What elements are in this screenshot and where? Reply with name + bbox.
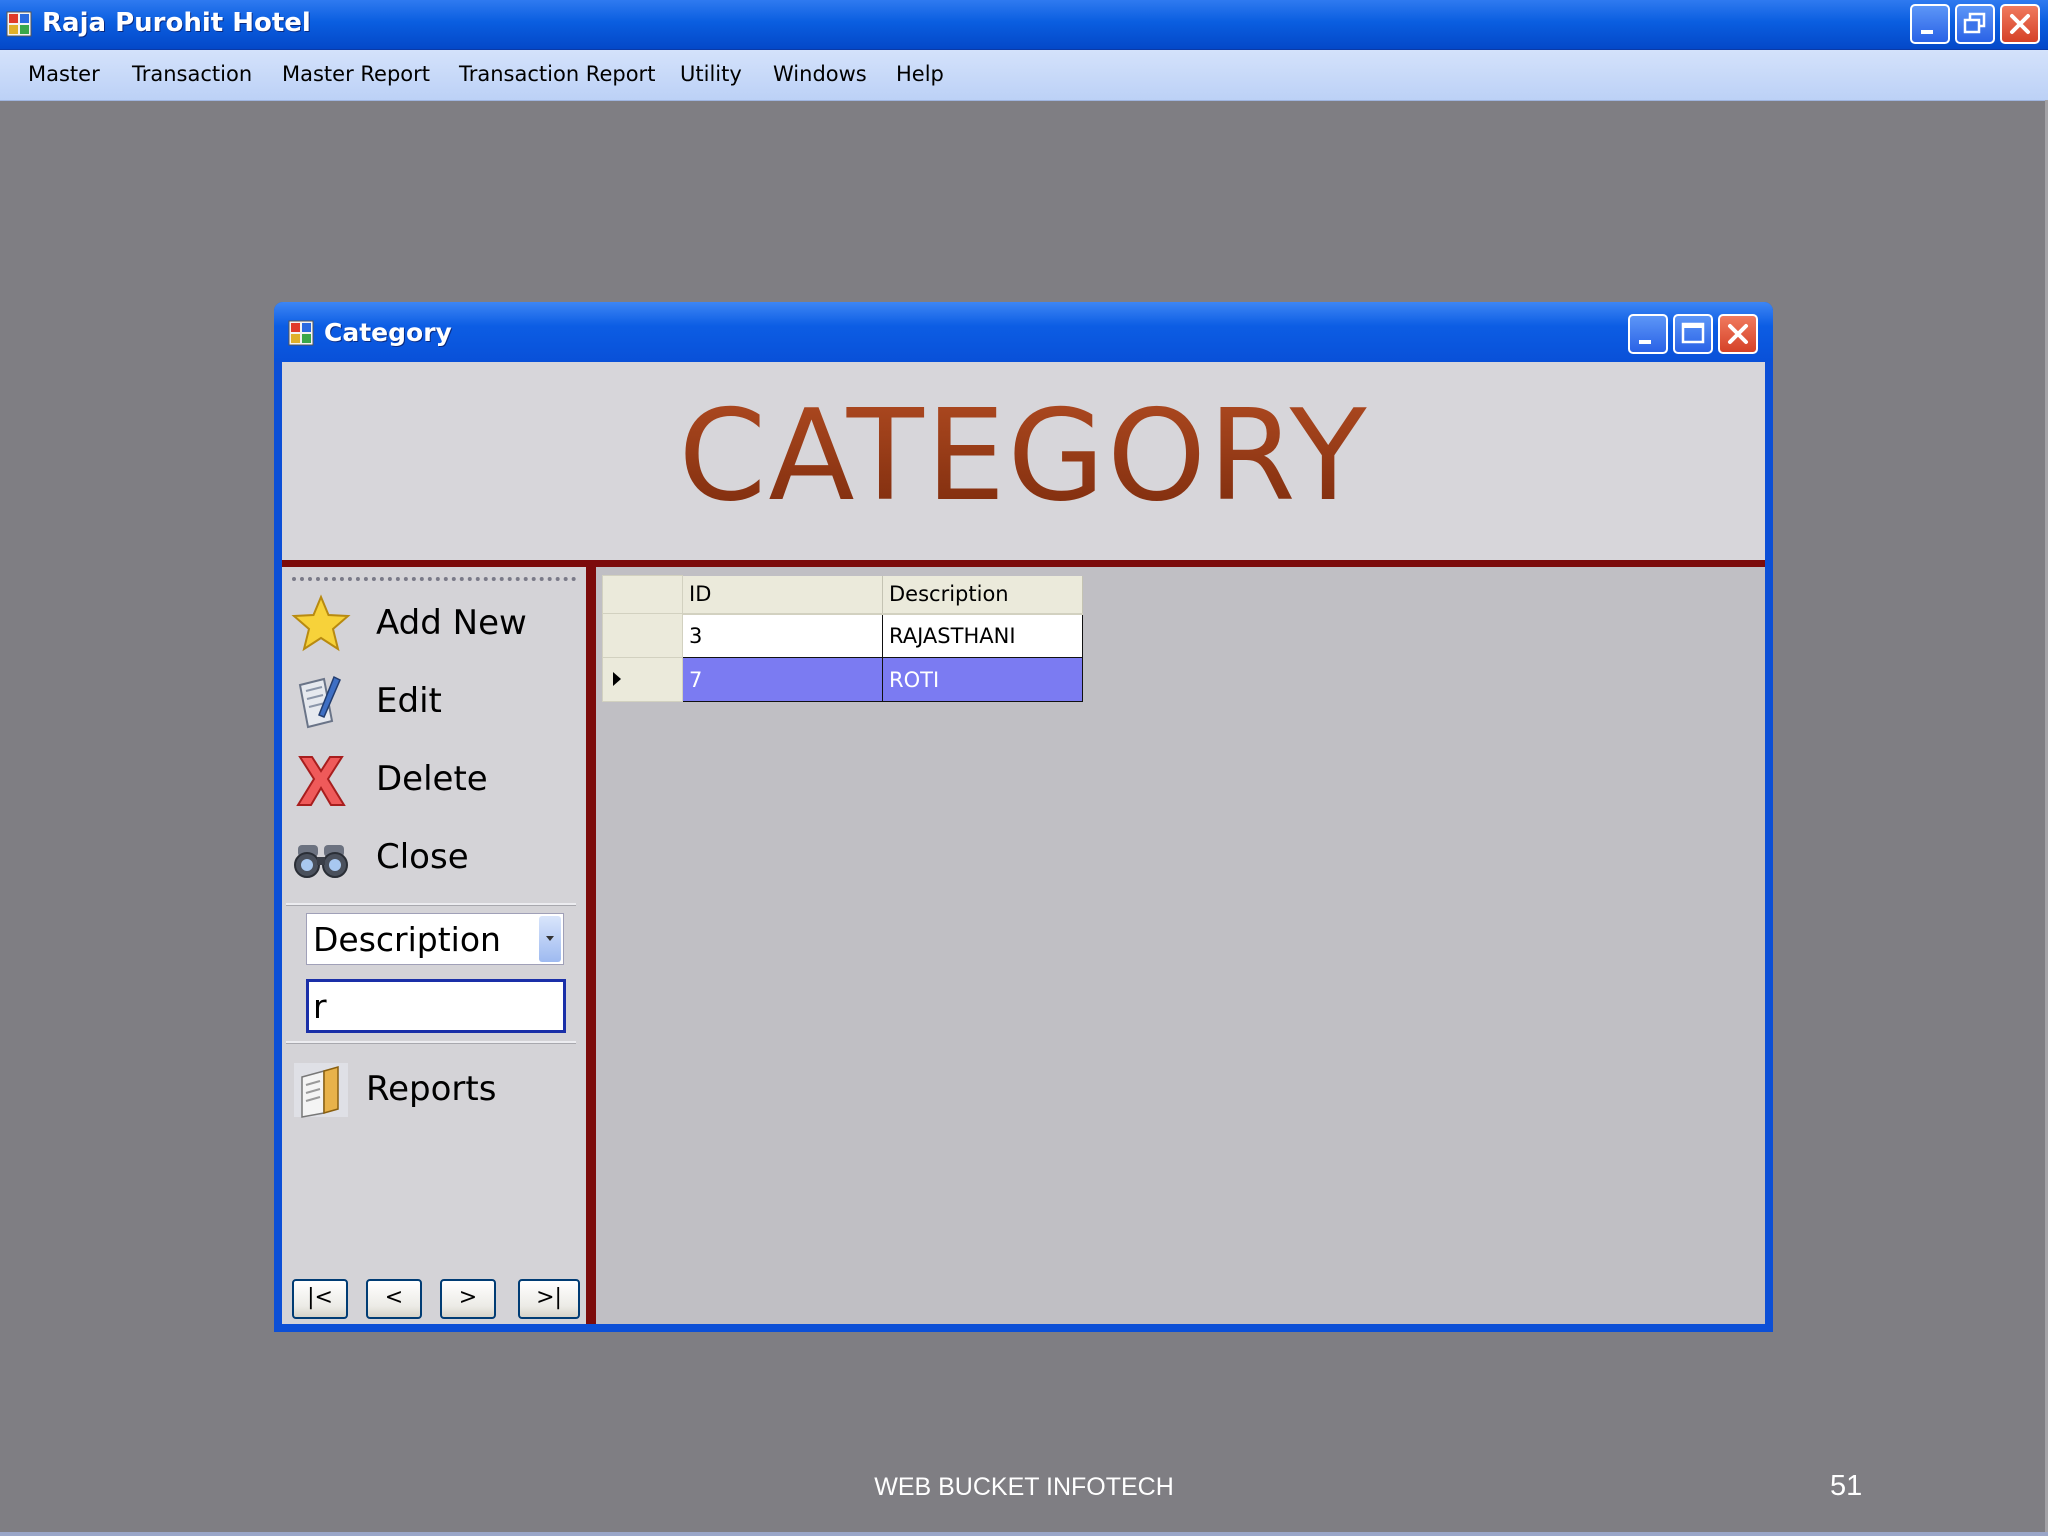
current-row-arrow-icon [613,672,621,686]
minimize-button[interactable] [1910,4,1950,44]
category-titlebar[interactable]: Category [274,302,1773,362]
maximize-icon [1681,322,1705,344]
reports-button[interactable]: Reports [286,1055,576,1125]
table-row[interactable]: 3 RAJASTHANI [602,613,1083,658]
add-new-label: Add New [376,603,527,643]
category-window: Category CATEGORY Add New Edit Delete Cl… [274,302,1773,1332]
close-label: Close [376,837,469,877]
binoculars-icon [294,845,348,878]
add-new-button[interactable]: Add New [286,589,576,659]
toolbar-grip[interactable] [292,577,576,581]
workspace-edge-bottom [0,1532,2048,1536]
cell-description[interactable]: ROTI [882,657,1083,702]
delete-x-icon [296,756,346,806]
cell-id[interactable]: 3 [682,613,883,658]
chevron-down-icon[interactable] [539,916,561,962]
column-header-id[interactable]: ID [682,575,883,615]
menu-utility[interactable]: Utility [680,62,742,86]
reports-label: Reports [366,1069,497,1109]
close-button[interactable]: Close [286,823,576,893]
first-record-button[interactable]: |< [292,1279,348,1319]
next-record-button[interactable]: > [440,1279,496,1319]
search-input[interactable] [306,979,566,1033]
first-icon: |< [307,1285,333,1310]
banner-title: CATEGORY [282,382,1765,529]
menu-transaction[interactable]: Transaction [132,62,252,86]
menu-windows[interactable]: Windows [773,62,867,86]
search-field-value: Description [313,920,501,959]
previous-icon: < [384,1285,404,1310]
delete-button[interactable]: Delete [286,745,576,815]
search-field-dropdown[interactable]: Description [306,913,564,965]
last-record-button[interactable]: >| [518,1279,580,1319]
restore-icon [1963,12,1986,34]
category-close-button[interactable] [1718,314,1758,354]
category-minimize-button[interactable] [1628,314,1668,354]
close-icon [2010,14,2030,34]
footer-company: WEB BUCKET INFOTECH [874,1473,1174,1501]
category-window-title: Category [324,318,452,347]
data-grid-area: ID Description 3 RAJASTHANI 7 ROTI [596,567,1765,1324]
menu-transaction-report[interactable]: Transaction Report [459,62,655,86]
action-panel: Add New Edit Delete Close Description r … [282,567,586,1324]
category-grid: ID Description 3 RAJASTHANI 7 ROTI [602,575,1083,702]
close-icon [1728,324,1748,344]
table-row-selected[interactable]: 7 ROTI [602,657,1083,702]
edit-label: Edit [376,681,442,721]
edit-button[interactable]: Edit [286,667,576,737]
last-icon: >| [536,1285,562,1310]
category-maximize-button[interactable] [1673,314,1713,354]
menu-master-report[interactable]: Master Report [282,62,430,86]
category-client-area: CATEGORY Add New Edit Delete Close Descr… [282,362,1765,1324]
edit-document-icon [298,675,341,729]
reports-book-icon [294,1063,348,1118]
column-header-description[interactable]: Description [882,575,1083,615]
cell-id[interactable]: 7 [682,657,883,702]
minimize-icon [1639,340,1651,344]
delete-label: Delete [376,759,488,799]
star-icon [291,594,351,652]
cell-description[interactable]: RAJASTHANI [882,613,1083,658]
previous-record-button[interactable]: < [366,1279,422,1319]
close-window-button[interactable] [2000,4,2040,44]
separator [286,903,576,906]
row-header[interactable] [602,613,683,658]
minimize-icon [1921,30,1933,34]
restore-button[interactable] [1955,4,1995,44]
banner-divider [282,560,1765,567]
menu-master[interactable]: Master [28,62,100,86]
next-icon: > [458,1285,478,1310]
menu-help[interactable]: Help [896,62,944,86]
separator [286,1041,576,1044]
grid-corner-header[interactable] [602,575,683,614]
app-titlebar: Raja Purohit Hotel [0,0,2048,50]
app-title: Raja Purohit Hotel [42,8,311,38]
page-number: 51 [1830,1470,1863,1502]
category-window-icon [288,320,314,346]
banner: CATEGORY [282,362,1765,560]
row-header[interactable] [602,657,683,702]
panel-divider[interactable] [586,567,596,1324]
app-window-icon [6,11,32,37]
menu-bar: Master Transaction Master Report Transac… [0,50,2048,101]
grid-header-row: ID Description [602,575,1083,615]
